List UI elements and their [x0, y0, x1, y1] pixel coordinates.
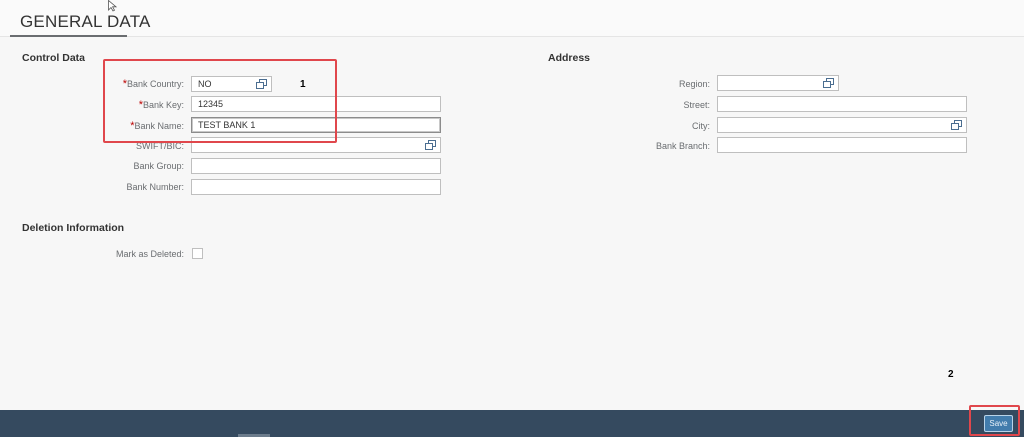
mark-as-deleted-checkbox[interactable] [192, 248, 203, 259]
bank-number-field[interactable] [191, 179, 441, 195]
value-help-icon[interactable] [425, 140, 436, 150]
city-label: City: [692, 121, 710, 131]
bank-group-label: Bank Group: [133, 161, 184, 171]
title-underline [10, 35, 127, 37]
page-header [0, 0, 1024, 37]
bank-number-label: Bank Number: [126, 182, 184, 192]
bank-branch-field[interactable] [717, 137, 967, 153]
bank-branch-label: Bank Branch: [655, 141, 710, 151]
street-field[interactable] [717, 96, 967, 112]
mark-as-deleted-label: Mark as Deleted: [115, 249, 184, 259]
footer-bar [0, 410, 1024, 437]
street-label: Street: [683, 100, 710, 110]
annotation-highlight-2 [969, 405, 1020, 436]
page-title: GENERAL DATA [20, 12, 151, 31]
annotation-marker-2: 2 [948, 369, 954, 380]
deletion-info-title: Deletion Information [22, 222, 125, 234]
annotation-highlight-1 [103, 59, 337, 143]
address-title: Address [548, 52, 591, 64]
region-label: Region: [678, 79, 710, 89]
city-field[interactable] [717, 117, 967, 133]
region-field[interactable] [717, 75, 839, 91]
value-help-icon[interactable] [823, 78, 834, 88]
value-help-icon[interactable] [951, 120, 962, 130]
control-data-title: Control Data [22, 52, 85, 64]
bank-group-field[interactable] [191, 158, 441, 174]
annotation-marker-1: 1 [300, 79, 306, 90]
mouse-cursor-icon [108, 0, 118, 15]
